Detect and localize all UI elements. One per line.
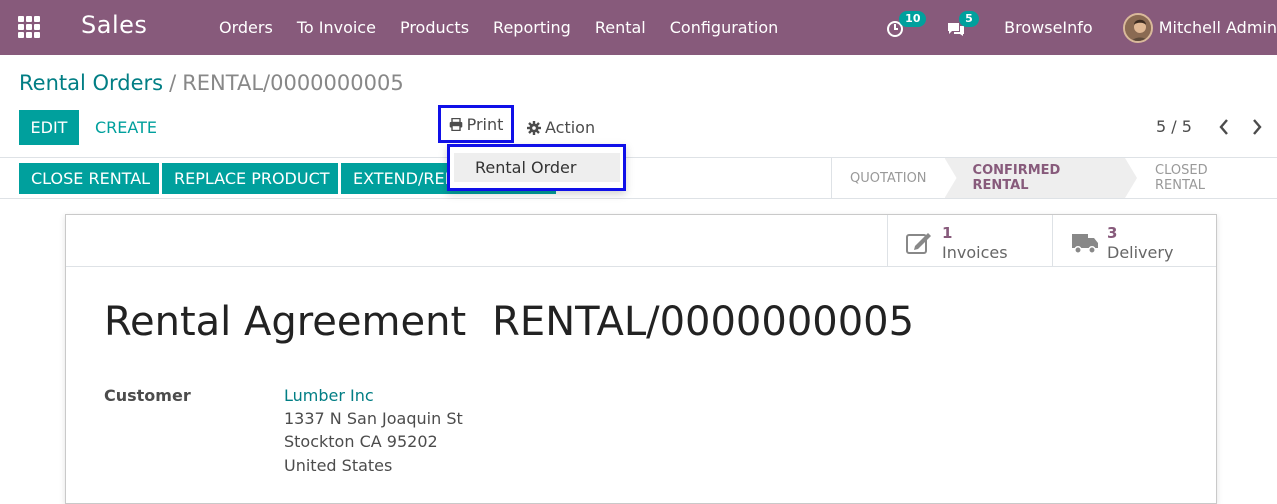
status-bar: CLOSE RENTAL REPLACE PRODUCT EXTEND/RENE… [0, 157, 1277, 199]
print-dropdown-menu: Rental Order [447, 144, 626, 191]
main-menu: Orders To Invoice Products Reporting Ren… [207, 0, 790, 55]
messages-chat-icon[interactable]: 5 [946, 10, 979, 39]
stage-closed-rental[interactable]: CLOSED RENTAL [1137, 158, 1277, 198]
avatar [1122, 12, 1153, 43]
stage-confirmed-rental[interactable]: CONFIRMED RENTAL [945, 158, 1137, 198]
user-menu[interactable]: Mitchell Admin [1122, 12, 1277, 43]
action-button[interactable]: Action [527, 110, 595, 145]
breadcrumb-current: RENTAL/0000000005 [182, 71, 404, 95]
invoices-count: 1 [942, 224, 953, 242]
edit-button[interactable]: EDIT [19, 110, 79, 145]
activity-count-badge: 10 [899, 10, 927, 27]
menu-item-rental[interactable]: Rental [583, 18, 658, 37]
gear-icon [527, 120, 541, 135]
document-title: Rental Agreement RENTAL/0000000005 [104, 299, 914, 345]
activity-clock-icon[interactable]: 10 [886, 10, 927, 39]
form-sheet: 1 Invoices 3 Delivery Rental Agreement RE… [65, 214, 1217, 504]
customer-address-line: Stockton CA 95202 [284, 432, 438, 451]
dropdown-item-rental-order[interactable]: Rental Order [454, 153, 620, 182]
edit-icon [906, 231, 934, 259]
breadcrumb-separator: / [169, 71, 177, 95]
delivery-smart-button[interactable]: 3 Delivery [1052, 215, 1216, 267]
document-number: RENTAL/0000000005 [492, 299, 915, 345]
menu-item-to-invoice[interactable]: To Invoice [285, 18, 388, 37]
stage-pipeline: QUOTATION CONFIRMED RENTAL CLOSED RENTAL [831, 158, 1277, 198]
invoices-smart-button[interactable]: 1 Invoices [887, 215, 1052, 267]
stage-quotation[interactable]: QUOTATION [832, 158, 945, 198]
company-switcher[interactable]: BrowseInfo [1004, 18, 1093, 37]
app-name[interactable]: Sales [81, 11, 147, 39]
menu-item-reporting[interactable]: Reporting [481, 18, 583, 37]
document-title-text: Rental Agreement [104, 299, 467, 345]
pager-value[interactable]: 5 / 5 [1156, 117, 1192, 136]
customer-address-line: 1337 N San Joaquin St [284, 409, 463, 428]
close-rental-button[interactable]: CLOSE RENTAL [19, 163, 159, 194]
action-label: Action [545, 118, 596, 137]
print-button[interactable]: Print [438, 105, 514, 143]
user-name: Mitchell Admin [1158, 18, 1277, 37]
breadcrumb-parent[interactable]: Rental Orders [19, 71, 163, 95]
customer-address-line: United States [284, 456, 393, 475]
systray: 10 5 BrowseInfo Mitchell Admin [886, 0, 1277, 55]
menu-item-orders[interactable]: Orders [207, 18, 285, 37]
breadcrumb: Rental Orders / RENTAL/0000000005 [19, 71, 404, 95]
apps-menu-icon[interactable] [18, 16, 40, 38]
smart-button-box: 1 Invoices 3 Delivery [66, 215, 1216, 267]
delivery-count: 3 [1107, 224, 1118, 242]
printer-icon [449, 117, 463, 131]
top-navbar: Sales Orders To Invoice Products Reporti… [0, 0, 1277, 55]
customer-link[interactable]: Lumber Inc [284, 386, 374, 405]
invoices-label: Invoices [942, 243, 1008, 262]
print-label: Print [466, 114, 504, 134]
truck-icon [1071, 231, 1099, 259]
message-count-badge: 5 [959, 10, 979, 27]
create-button[interactable]: CREATE [95, 110, 157, 145]
customer-label: Customer [104, 386, 191, 405]
menu-item-products[interactable]: Products [388, 18, 481, 37]
menu-item-configuration[interactable]: Configuration [658, 18, 791, 37]
chevron-right-icon[interactable] [1249, 117, 1265, 137]
chevron-left-icon[interactable] [1216, 117, 1232, 137]
replace-product-button[interactable]: REPLACE PRODUCT [162, 163, 338, 194]
delivery-label: Delivery [1107, 243, 1174, 262]
